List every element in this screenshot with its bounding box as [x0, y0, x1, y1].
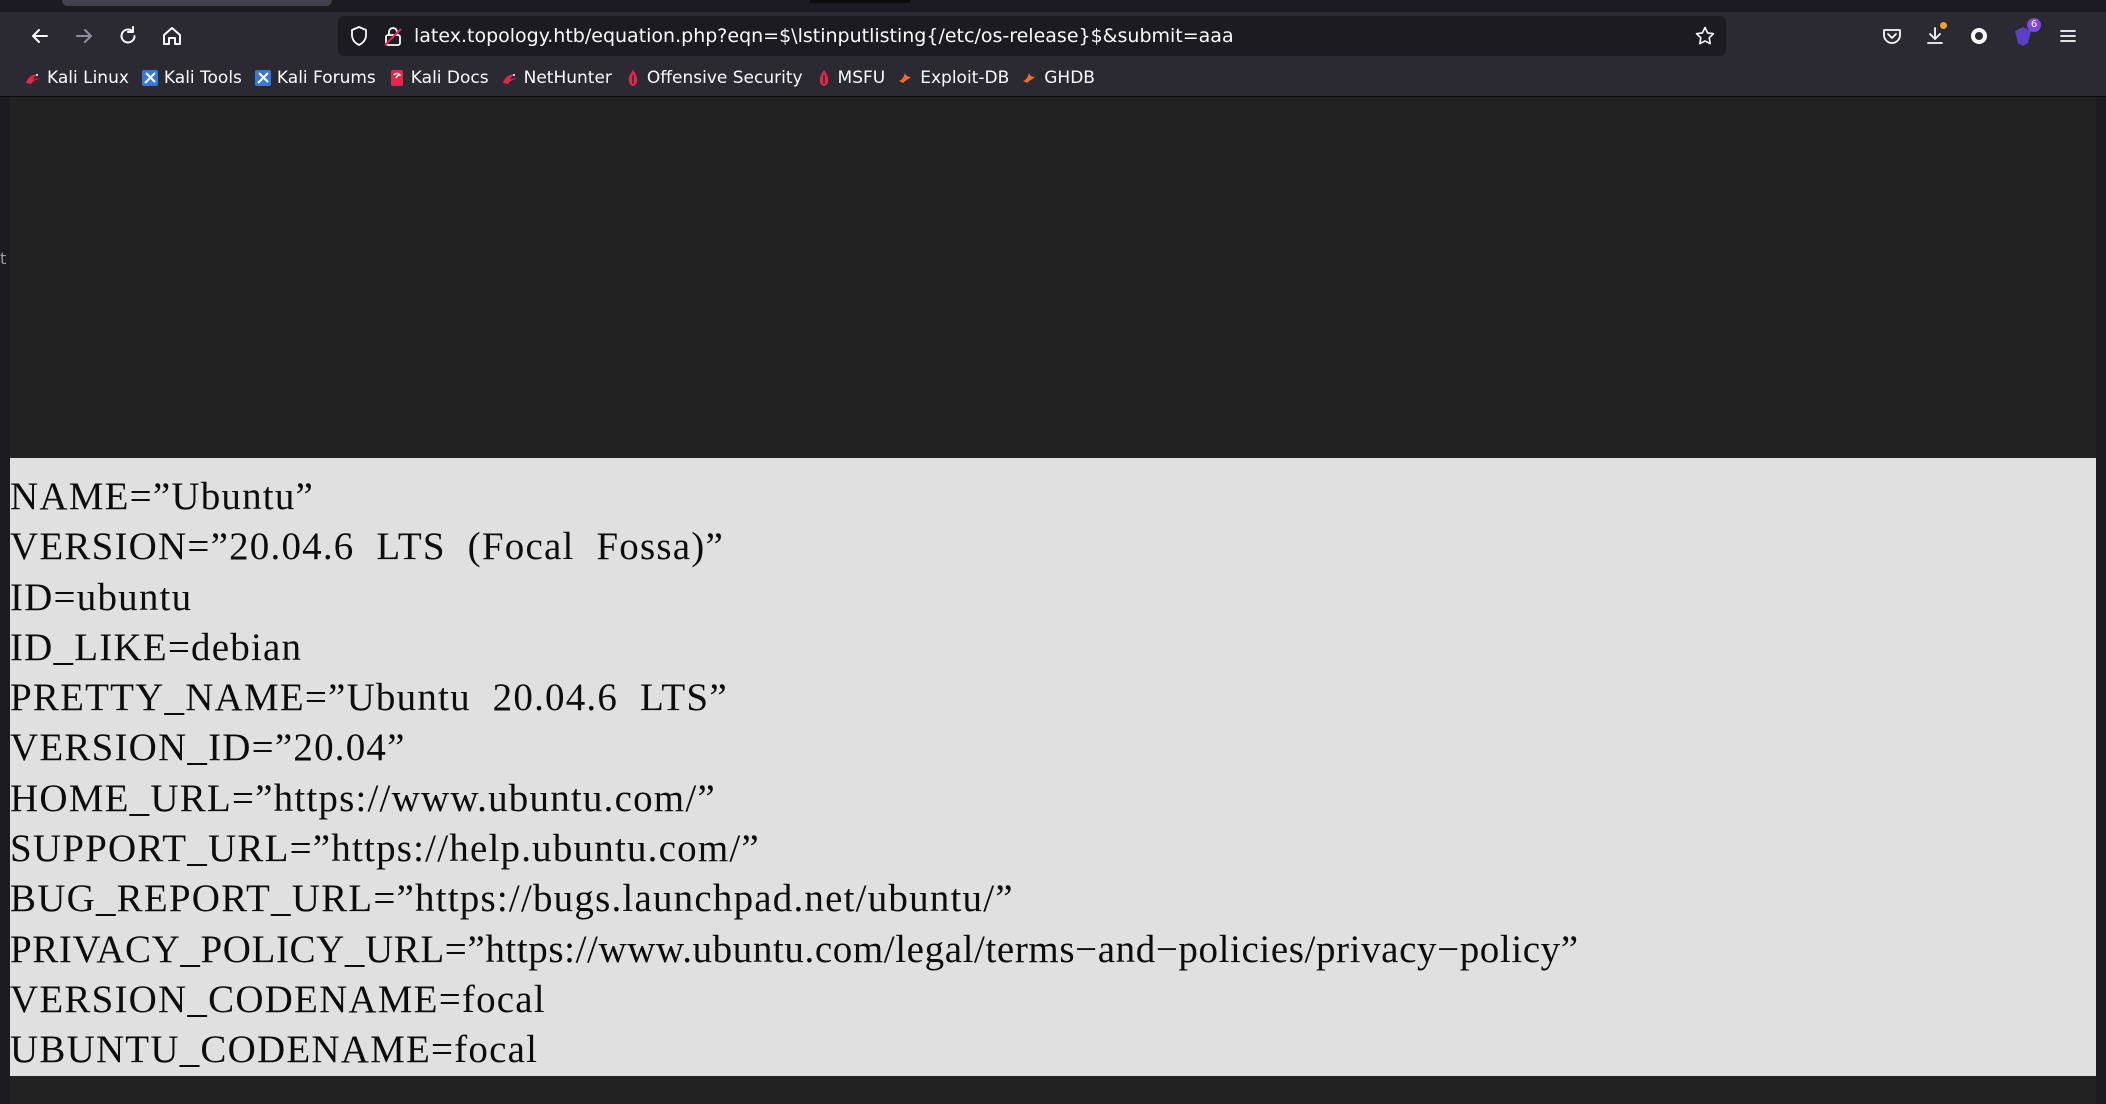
bookmark-star-icon[interactable]	[1694, 25, 1716, 47]
bookmark-label: Kali Forums	[276, 68, 376, 88]
bookmark-label: Kali Linux	[47, 68, 129, 88]
os-release-listing: NAME=”Ubuntu” VERSION=”20.04.6 LTS (Foca…	[10, 472, 1579, 1076]
bookmark-msfu[interactable]: MSFU	[815, 60, 886, 96]
offsec-icon	[628, 70, 638, 86]
os-release-line: ID=ubuntu	[10, 575, 193, 619]
os-release-line: HOME_URL=”https://www.ubuntu.com/”	[10, 776, 716, 820]
insecure-lock-icon[interactable]	[382, 25, 404, 47]
bookmark-ghdb[interactable]: GHDB	[1021, 60, 1095, 96]
bookmark-kali-linux[interactable]: Kali Linux	[24, 60, 129, 96]
bookmark-offensive-security[interactable]: Offensive Security	[624, 60, 803, 96]
reload-icon	[120, 26, 136, 44]
hamburger-menu-icon	[2060, 30, 2076, 42]
bookmark-nethunter[interactable]: NetHunter	[501, 60, 612, 96]
browser-window: latex.topology.htb/equation.php?eqn=$\ls…	[0, 0, 2106, 1104]
os-release-line: SUPPORT_URL=”https://help.ubuntu.com/”	[10, 827, 760, 871]
exploitdb-icon	[899, 73, 912, 83]
bookmark-label: Kali Docs	[410, 68, 489, 88]
bookmarks-toolbar: Kali Linux Kali Tools Kali Forums Kali D…	[0, 60, 2106, 97]
circle-extension-icon	[1971, 28, 1987, 44]
bookmark-label: NetHunter	[523, 68, 612, 88]
os-release-line: UBUNTU_CODENAME=focal	[10, 1028, 539, 1072]
os-release-line: ID_LIKE=debian	[10, 625, 303, 669]
browser-tab[interactable]	[62, 0, 332, 6]
back-button[interactable]	[20, 16, 60, 56]
url-text[interactable]: latex.topology.htb/equation.php?eqn=$\ls…	[414, 16, 1234, 56]
downloads-button[interactable]	[1919, 20, 1951, 52]
url-bar[interactable]: latex.topology.htb/equation.php?eqn=$\ls…	[338, 16, 1726, 56]
kali-dragon-icon	[26, 74, 40, 84]
extension-circle-button[interactable]	[1963, 20, 1995, 52]
left-edge-text: t	[0, 249, 7, 268]
bookmark-label: MSFU	[837, 68, 886, 88]
reload-button[interactable]	[108, 16, 148, 56]
bookmark-label: GHDB	[1044, 68, 1095, 88]
download-indicator	[1940, 22, 1947, 29]
bookmark-kali-forums[interactable]: Kali Forums	[254, 60, 376, 96]
os-release-line: VERSION_CODENAME=focal	[10, 977, 546, 1021]
arrow-right-icon	[76, 29, 92, 43]
pocket-icon	[1883, 29, 1901, 44]
msfu-icon	[819, 70, 828, 86]
arrow-left-icon	[32, 29, 48, 43]
bookmark-kali-tools[interactable]: Kali Tools	[141, 60, 242, 96]
home-button[interactable]	[152, 16, 192, 56]
extension-button[interactable]: 6	[2007, 18, 2041, 52]
rendered-equation-image: NAME=”Ubuntu” VERSION=”20.04.6 LTS (Foca…	[10, 458, 2096, 1076]
bookmark-exploit-db[interactable]: Exploit-DB	[897, 60, 1009, 96]
os-release-line: NAME=”Ubuntu”	[10, 475, 315, 518]
kali-forums-icon	[254, 70, 271, 86]
tab-strip	[0, 0, 2106, 12]
kali-docs-icon	[390, 70, 403, 86]
menu-button[interactable]	[2052, 20, 2084, 52]
home-icon	[163, 27, 181, 45]
tab-edge	[810, 0, 910, 3]
os-release-line: VERSION=”20.04.6 LTS (Focal Fossa)”	[10, 525, 724, 569]
bookmark-label: Exploit-DB	[920, 68, 1010, 88]
navigation-toolbar: latex.topology.htb/equation.php?eqn=$\ls…	[0, 12, 2106, 60]
kali-tools-icon	[141, 70, 158, 86]
os-release-line: VERSION_ID=”20.04”	[10, 726, 406, 770]
os-release-line: PRIVACY_POLICY_URL=”https://www.ubuntu.c…	[10, 927, 1579, 971]
bookmarks-list: Kali Linux Kali Tools Kali Forums Kali D…	[24, 60, 1107, 96]
os-release-line: BUG_REPORT_URL=”https://bugs.launchpad.n…	[10, 877, 1014, 921]
extension-badge: 6	[2027, 18, 2041, 32]
bookmark-kali-docs[interactable]: Kali Docs	[388, 60, 489, 96]
bookmark-label: Offensive Security	[646, 68, 803, 88]
forward-button[interactable]	[64, 16, 104, 56]
os-release-line: PRETTY_NAME=”Ubuntu 20.04.6 LTS”	[10, 676, 728, 720]
shield-icon[interactable]	[348, 25, 370, 47]
pocket-button[interactable]	[1876, 20, 1908, 52]
nethunter-icon	[502, 74, 517, 84]
bookmark-label: Kali Tools	[163, 68, 242, 88]
ghdb-icon	[1023, 73, 1036, 83]
